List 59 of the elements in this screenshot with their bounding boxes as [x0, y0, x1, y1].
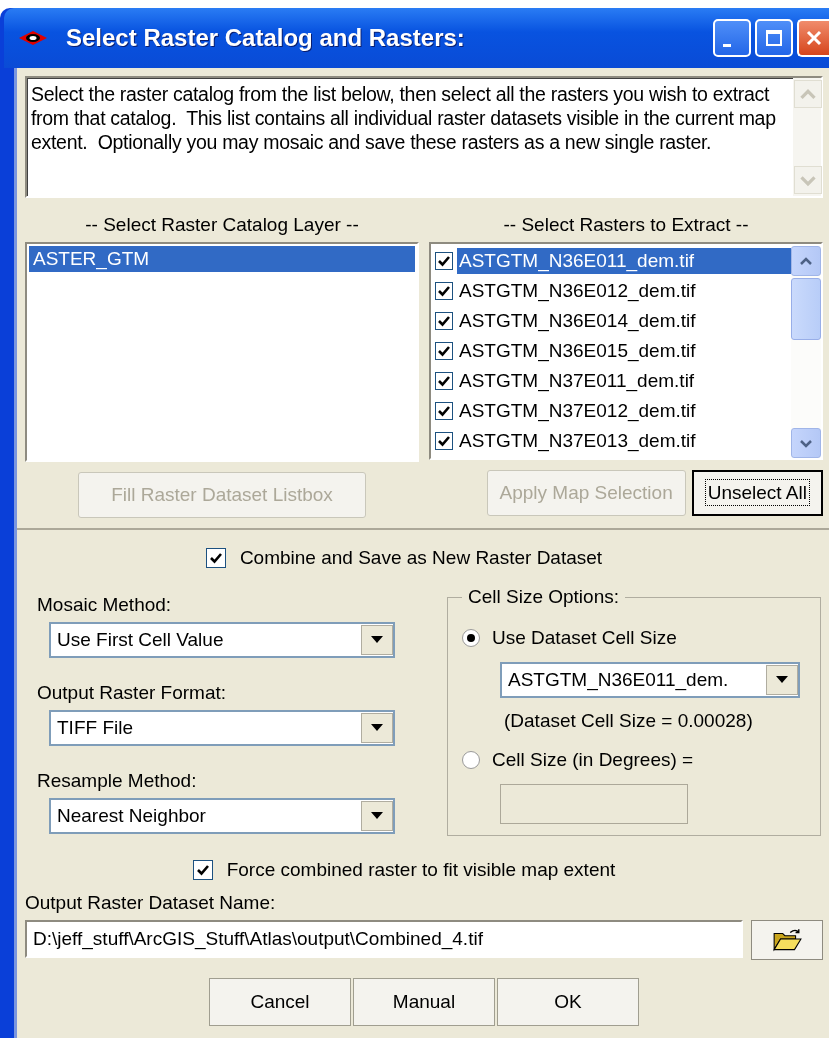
checkbox-label: Force combined raster to fit visible map extent	[226, 859, 616, 881]
dropdown-arrow-icon	[371, 724, 383, 732]
dropdown-arrow-icon	[371, 636, 383, 644]
field-label: Resample Method:	[37, 770, 198, 792]
list-item[interactable]: ASTGTM_N37E013_dem.tif	[457, 428, 791, 454]
list-item[interactable]: ASTGTM_N36E012_dem.tif	[457, 278, 791, 304]
list-heading: -- Select Rasters to Extract --	[503, 213, 749, 237]
checkbox[interactable]	[435, 312, 453, 330]
field-label: Mosaic Method:	[37, 594, 173, 616]
close-icon	[804, 28, 824, 48]
description-text: Select the raster catalog from the list below, then select all the rasters you wish to extract from that catalog. This list contains all individual raster datasets visible in the current map extent. Optionally you may mosaic and save these rasters as a new single raster.	[30, 82, 777, 155]
list-item[interactable]: ASTGTM_N36E015_dem.tif	[457, 338, 791, 364]
checkbox-label: Combine and Save as New Raster Dataset	[239, 547, 603, 569]
dropdown[interactable]: TIFF File	[49, 710, 395, 746]
dropdown[interactable]: Use First Cell Value	[49, 622, 395, 658]
checkbox[interactable]	[435, 432, 453, 450]
folder-icon	[772, 928, 802, 952]
minimize-button[interactable]	[713, 19, 751, 57]
field-label: Output Raster Dataset Name:	[25, 892, 277, 914]
radio-label: Use Dataset Cell Size	[492, 627, 677, 649]
dialog-button[interactable]: Cancel	[209, 978, 351, 1026]
input-field[interactable]: D:\jeff_stuff\ArcGIS_Stuff\Atlas\output\Combined_4.tif	[25, 920, 743, 958]
maximize-icon	[764, 28, 784, 48]
dropdown[interactable]: Nearest Neighbor	[49, 798, 395, 834]
list-item[interactable]: ASTGTM_N36E011_dem.tif	[457, 248, 791, 274]
close-button[interactable]	[797, 19, 829, 57]
window-title: Select Raster Catalog and Rasters:	[66, 24, 466, 52]
checkbox[interactable]	[435, 282, 453, 300]
dropdown-arrow-icon	[776, 676, 788, 684]
list-heading: -- Select Raster Catalog Layer --	[85, 213, 359, 237]
checkbox[interactable]	[435, 342, 453, 360]
checkbox[interactable]	[192, 860, 213, 880]
scroll-bar[interactable]	[791, 246, 821, 458]
checkbox[interactable]	[435, 252, 453, 270]
checkbox[interactable]	[435, 402, 453, 420]
list-item[interactable]: ASTGTM_N37E011_dem.tif	[457, 368, 791, 394]
dropdown-arrow-icon	[371, 812, 383, 820]
checkbox[interactable]	[205, 548, 226, 568]
check-mark-icon	[195, 863, 210, 877]
eye-icon	[18, 30, 48, 46]
check-mark-icon	[208, 551, 223, 565]
checkbox[interactable]	[435, 372, 453, 390]
list-action-button[interactable]: Unselect All	[691, 470, 823, 516]
maximize-button[interactable]	[755, 19, 793, 57]
list-item[interactable]: ASTER_GTM	[29, 246, 415, 272]
dropdown[interactable]: ASTGTM_N36E011_dem.	[500, 662, 800, 698]
list-item[interactable]: ASTGTM_N37E012_dem.tif	[457, 398, 791, 424]
browse-button[interactable]	[751, 920, 823, 960]
radio-button[interactable]	[462, 751, 480, 769]
list-item[interactable]: ASTGTM_N36E014_dem.tif	[457, 308, 791, 334]
input-field[interactable]	[500, 784, 688, 824]
radio-label: Cell Size (in Degrees) =	[492, 749, 694, 771]
dialog-button[interactable]: Manual	[353, 978, 495, 1026]
dialog-button[interactable]: OK	[497, 978, 639, 1026]
group-title: Cell Size Options:	[467, 586, 620, 608]
cell-size-info: (Dataset Cell Size = 0.00028)	[504, 709, 754, 733]
field-label: Output Raster Format:	[37, 682, 227, 704]
radio-button[interactable]	[462, 629, 480, 647]
minimize-icon	[723, 43, 731, 47]
